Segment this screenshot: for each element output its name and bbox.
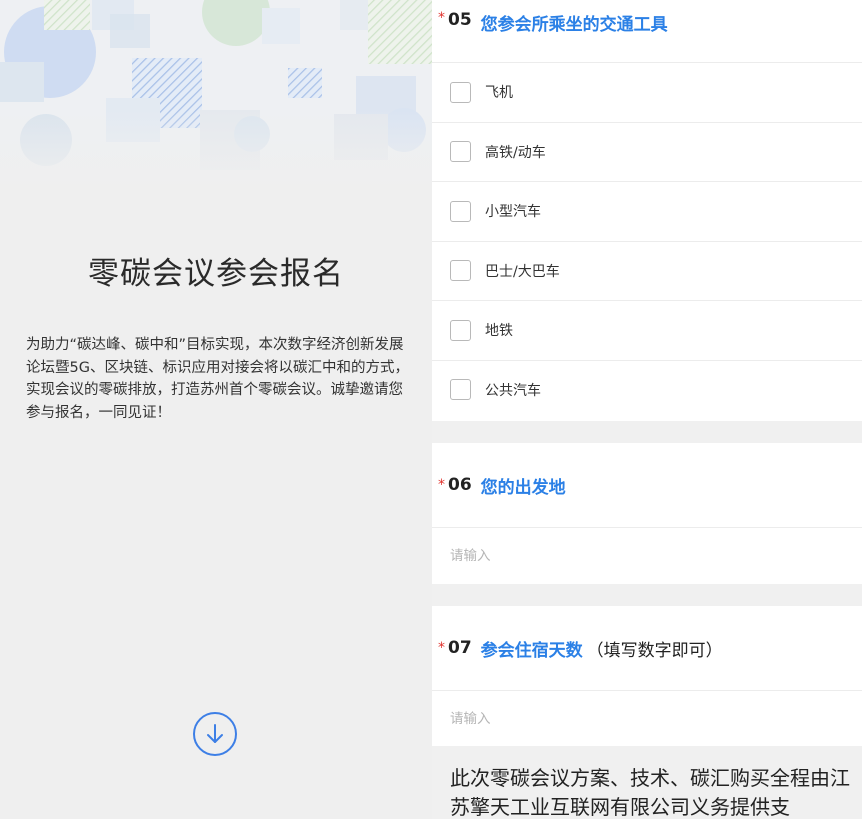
checkbox[interactable] xyxy=(450,141,471,163)
question-05-card: * 05 您参会所乘坐的交通工具 飞机 高铁/动车 小型汽车 巴士/大巴车 地铁… xyxy=(432,0,862,421)
stay-days-input-row xyxy=(432,690,862,746)
option-label: 飞机 xyxy=(485,85,513,102)
stay-days-input[interactable] xyxy=(450,710,830,727)
question-07-header: * 07 参会住宿天数 （填写数字即可） xyxy=(432,606,862,690)
option-small-car[interactable]: 小型汽车 xyxy=(432,181,862,241)
required-mark: * xyxy=(438,10,445,26)
question-title: 参会住宿天数 xyxy=(480,640,583,661)
scroll-down-button[interactable] xyxy=(193,712,237,756)
departure-input[interactable] xyxy=(450,547,830,564)
question-number: 07 xyxy=(448,638,472,658)
question-number: 05 xyxy=(448,10,472,30)
arrow-down-circle-icon xyxy=(207,724,223,743)
question-title: 您的出发地 xyxy=(480,477,566,498)
option-high-speed-rail[interactable]: 高铁/动车 xyxy=(432,121,862,182)
question-hint: （填写数字即可） xyxy=(586,640,723,661)
option-airplane[interactable]: 飞机 xyxy=(432,62,862,122)
sponsor-note: 此次零碳会议方案、技术、碳汇购买全程由江苏擎天工业互联网有限公司义务提供支 xyxy=(450,766,850,819)
page-title: 零碳会议参会报名 xyxy=(88,256,344,292)
intro-panel: 零碳会议参会报名 为助力“碳达峰、碳中和”目标实现，本次数字经济创新发展论坛暨5… xyxy=(0,0,432,819)
checkbox[interactable] xyxy=(450,260,471,282)
question-07-card: * 07 参会住宿天数 （填写数字即可） xyxy=(432,606,862,746)
option-label: 公共汽车 xyxy=(485,382,541,399)
decorative-banner xyxy=(0,0,432,190)
checkbox[interactable] xyxy=(450,81,471,103)
option-label: 巴士/大巴车 xyxy=(485,263,560,280)
question-05-header: * 05 您参会所乘坐的交通工具 xyxy=(432,0,862,62)
checkbox[interactable] xyxy=(450,200,471,222)
option-public-bus[interactable]: 公共汽车 xyxy=(432,359,862,420)
option-label: 高铁/动车 xyxy=(485,144,546,161)
required-mark: * xyxy=(438,477,445,493)
question-06-header: * 06 您的出发地 xyxy=(432,443,862,527)
option-label: 地铁 xyxy=(485,323,513,340)
question-title: 您参会所乘坐的交通工具 xyxy=(480,15,668,35)
form-panel: * 05 您参会所乘坐的交通工具 飞机 高铁/动车 小型汽车 巴士/大巴车 地铁… xyxy=(432,0,862,819)
checkbox[interactable] xyxy=(450,319,471,341)
banner-pattern-graphic xyxy=(0,0,432,190)
departure-input-row xyxy=(432,527,862,583)
question-number: 06 xyxy=(448,475,472,495)
option-label: 小型汽车 xyxy=(485,204,541,221)
required-mark: * xyxy=(438,640,445,656)
option-subway[interactable]: 地铁 xyxy=(432,300,862,360)
intro-description: 为助力“碳达峰、碳中和”目标实现，本次数字经济创新发展论坛暨5G、区块链、标识应… xyxy=(26,337,409,421)
checkbox[interactable] xyxy=(450,379,471,401)
option-bus-coach[interactable]: 巴士/大巴车 xyxy=(432,240,862,301)
question-06-card: * 06 您的出发地 xyxy=(432,443,862,584)
